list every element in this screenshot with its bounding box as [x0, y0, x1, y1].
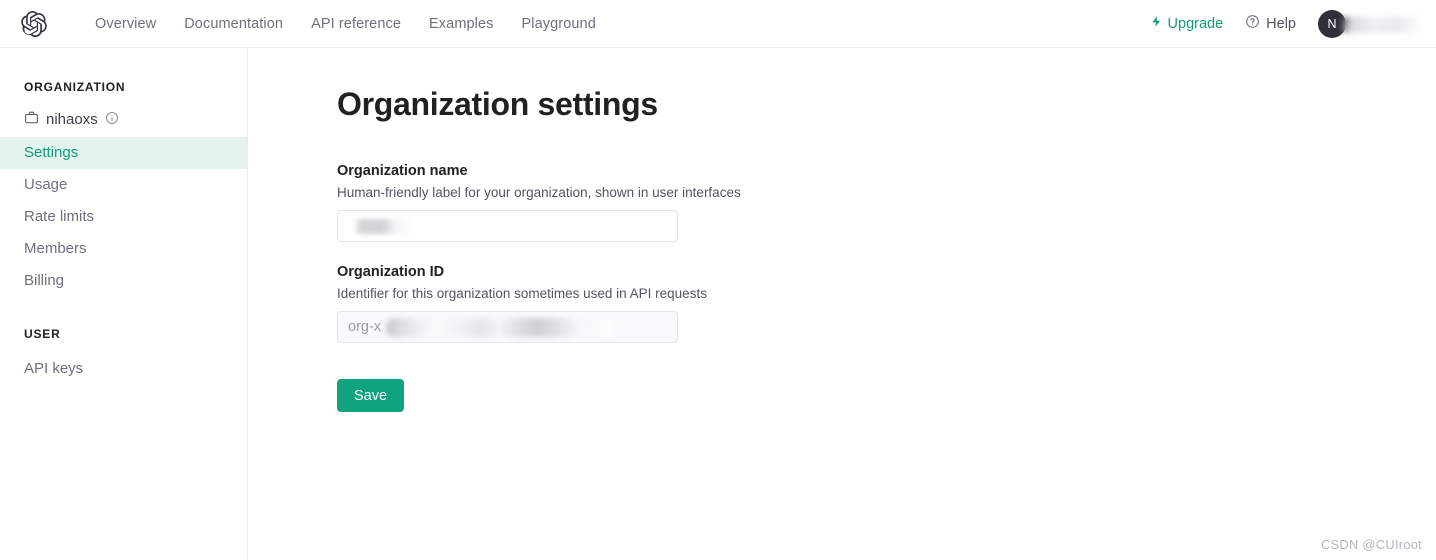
watermark: CSDN @CUIroot — [1320, 537, 1422, 552]
organization-id-description: Identifier for this organization sometim… — [337, 286, 707, 301]
page-root: Overview Documentation API reference Exa… — [0, 0, 1436, 560]
help-label: Help — [1266, 15, 1296, 32]
sidebar-item-api-keys[interactable]: API keys — [0, 353, 247, 385]
nav-link-documentation[interactable]: Documentation — [170, 0, 297, 48]
organization-id-input[interactable]: org-x — [337, 311, 678, 343]
organization-name-field-group: Organization name Human-friendly label f… — [337, 163, 1436, 242]
topbar-right-group: Upgrade Help N — [1150, 9, 1436, 38]
help-button[interactable]: Help — [1245, 14, 1296, 33]
settings-form: Organization settings Organization name … — [248, 48, 1436, 412]
sidebar-item-rate-limits[interactable]: Rate limits — [0, 201, 247, 233]
nav-link-playground[interactable]: Playground — [508, 0, 610, 48]
organization-id-field-group: Organization ID Identifier for this orga… — [337, 264, 1436, 343]
lightning-bolt-icon — [1150, 14, 1163, 33]
top-navigation-bar: Overview Documentation API reference Exa… — [0, 0, 1436, 48]
sidebar-item-members[interactable]: Members — [0, 233, 247, 265]
sidebar-item-usage[interactable]: Usage — [0, 169, 247, 201]
user-name-redacted — [1342, 16, 1418, 33]
sidebar-section-organization-heading: ORGANIZATION — [24, 80, 126, 94]
sidebar: ORGANIZATION nihaoxs Settings Usage Rate… — [0, 48, 248, 560]
nav-link-overview[interactable]: Overview — [85, 0, 170, 48]
organization-name-input[interactable] — [337, 210, 678, 242]
sidebar-org-name: nihaoxs — [46, 111, 98, 128]
user-menu-button[interactable]: N — [1318, 9, 1418, 38]
save-button[interactable]: Save — [337, 379, 405, 412]
organization-name-label: Organization name — [337, 163, 468, 179]
openai-logo-icon[interactable] — [20, 10, 48, 38]
sidebar-item-settings[interactable]: Settings — [0, 137, 247, 169]
sidebar-org-row[interactable]: nihaoxs — [0, 104, 247, 137]
organization-id-value: org-x — [348, 319, 382, 335]
upgrade-label: Upgrade — [1167, 15, 1224, 32]
upgrade-button[interactable]: Upgrade — [1150, 14, 1224, 33]
sidebar-section-user-heading: USER — [24, 327, 61, 341]
question-circle-icon — [1245, 14, 1260, 33]
nav-link-api-reference[interactable]: API reference — [297, 0, 415, 48]
organization-id-redacted — [386, 318, 614, 337]
main-content: Organization settings Organization name … — [248, 48, 1436, 560]
nav-link-examples[interactable]: Examples — [415, 0, 507, 48]
organization-name-redacted — [354, 218, 410, 234]
page-title: Organization settings — [337, 86, 658, 122]
info-circle-icon[interactable] — [105, 111, 119, 129]
organization-id-label: Organization ID — [337, 264, 445, 280]
sidebar-item-billing[interactable]: Billing — [0, 265, 247, 297]
briefcase-icon — [24, 110, 39, 129]
main-nav-links: Overview Documentation API reference Exa… — [85, 0, 610, 48]
organization-name-description: Human-friendly label for your organizati… — [337, 185, 741, 200]
